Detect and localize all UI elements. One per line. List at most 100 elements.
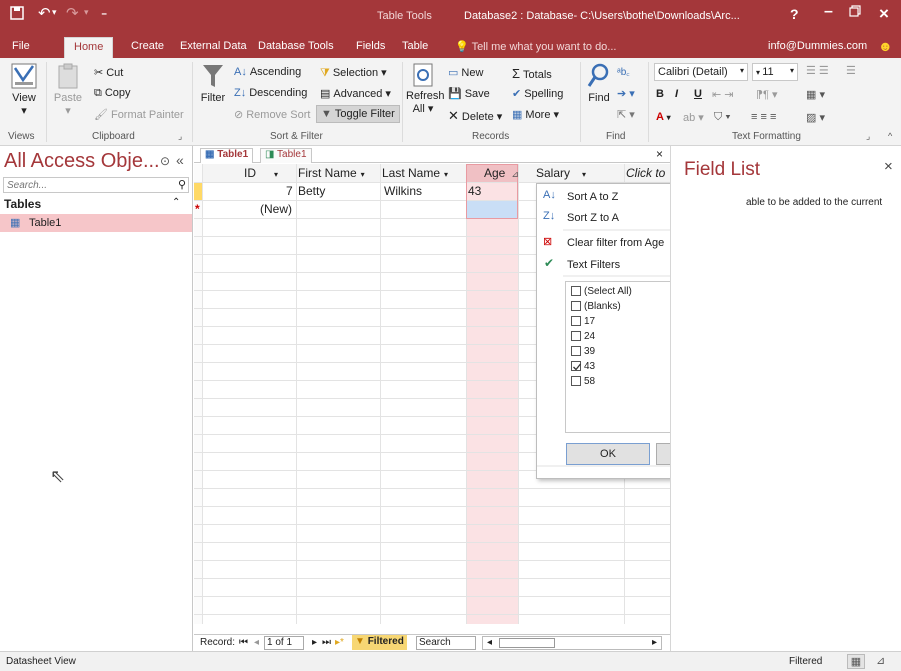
filter-option-43[interactable]: 43 (571, 361, 595, 372)
checkbox[interactable] (571, 286, 581, 297)
nav-search-box[interactable]: ⚲ (3, 177, 189, 193)
column-header-age[interactable]: Age ⊿ (484, 166, 519, 180)
filtered-toggle[interactable]: ▼ Filtered (352, 635, 407, 650)
tab-external-data[interactable]: External Data (180, 40, 247, 52)
column-dropdown-icon[interactable]: ▾ (444, 170, 448, 179)
cell-first-name[interactable]: Betty (298, 184, 325, 198)
bullets-icon[interactable]: ☰ ☰ (806, 64, 829, 77)
close-document-icon[interactable]: × (656, 147, 663, 161)
column-header-click-to-add[interactable]: Click to (626, 166, 665, 180)
nav-item-table1[interactable]: ▦ Table1 (0, 214, 192, 232)
column-dropdown-icon[interactable]: ▾ (274, 170, 278, 179)
restore-button[interactable] (849, 4, 861, 22)
tab-table1-design[interactable]: ◨ Table1 (260, 148, 312, 163)
column-dropdown-icon[interactable]: ▾ (361, 170, 365, 179)
filter-option-select-all[interactable]: (Select All) (571, 286, 632, 297)
tab-fields[interactable]: Fields (356, 40, 385, 52)
select-cursor-icon[interactable]: ⇱ ▾ (617, 108, 635, 121)
totals-button[interactable]: Σ Totals (512, 66, 552, 81)
checkbox[interactable] (571, 346, 581, 357)
selection-button[interactable]: ⧩ Selection ▾ (320, 66, 387, 80)
customize-toolbar-icon[interactable]: ₌ (101, 5, 107, 19)
close-button[interactable]: × (879, 4, 889, 24)
filter-option-58[interactable]: 58 (571, 376, 595, 387)
nav-menu-icon[interactable]: ⊙ (160, 154, 170, 168)
advanced-button[interactable]: ▤ Advanced ▾ (320, 87, 391, 100)
column-header-last-name[interactable]: Last Name ▾ (382, 166, 448, 180)
help-button[interactable]: ? (790, 6, 799, 22)
tab-table1-datasheet[interactable]: ▦ Table1 (200, 148, 254, 163)
collapse-nav-icon[interactable]: « (176, 152, 184, 168)
toggle-filter-button[interactable]: ▼ Toggle Filter (316, 105, 400, 123)
new-blank-record-icon[interactable]: ▸* (335, 637, 344, 648)
paragraph-direction-icon[interactable]: ⁋¶ ▾ (756, 88, 777, 101)
save-icon[interactable] (10, 6, 24, 24)
view-button[interactable]: View ▾ (6, 62, 42, 117)
horizontal-scrollbar[interactable]: ◂ ▸ (482, 636, 662, 650)
filter-option-17[interactable]: 17 (571, 316, 595, 327)
scroll-left-icon[interactable]: ◂ (487, 637, 492, 648)
save-record-button[interactable]: 💾 Save (448, 87, 490, 100)
text-launcher-icon[interactable]: ⌟ (866, 131, 870, 142)
alternate-row-color-icon[interactable]: ▨ ▾ (806, 111, 825, 124)
sort-a-to-z-item[interactable]: Sort A to Z (567, 191, 618, 203)
cell-id[interactable]: 7 (286, 184, 293, 198)
fill-color-icon[interactable]: ⛉ ▾ (714, 111, 731, 124)
goto-arrow-icon[interactable]: ➔ ▾ (617, 87, 635, 100)
tab-file[interactable]: File (12, 40, 30, 52)
replace-icon[interactable]: ᵃb꜀ (617, 64, 630, 78)
previous-record-icon[interactable]: ◂ (254, 637, 259, 648)
refresh-button[interactable]: Refresh All ▾ (406, 62, 445, 115)
cut-button[interactable]: ✂ Cut (94, 66, 123, 79)
filter-option-24[interactable]: 24 (571, 331, 595, 342)
filter-applied-icon[interactable]: ⊿ (511, 169, 519, 179)
nav-section-tables[interactable]: Tables (4, 197, 41, 211)
scroll-thumb[interactable] (499, 638, 555, 648)
scroll-right-icon[interactable]: ▸ (652, 637, 657, 648)
collapse-ribbon-icon[interactable]: ^ (888, 131, 892, 141)
paste-button[interactable]: Paste ▾ (50, 62, 86, 117)
column-dropdown-icon[interactable]: ▾ (582, 170, 586, 179)
cell-age[interactable]: 43 (468, 184, 481, 198)
descending-button[interactable]: Z↓ Descending (234, 87, 307, 99)
new-record-button[interactable]: ▭ New (448, 66, 483, 79)
ok-button[interactable]: OK (566, 443, 650, 465)
font-name-select[interactable]: Calibri (Detail) ▾ (654, 63, 748, 81)
font-color-icon[interactable]: A ▾ (656, 111, 671, 123)
undo-icon[interactable]: ↶ (38, 4, 51, 22)
copy-button[interactable]: ⧉ Copy (94, 87, 131, 100)
close-pane-icon[interactable]: × (884, 158, 893, 175)
spelling-button[interactable]: ✔ Spelling (512, 87, 563, 100)
filter-option-39[interactable]: 39 (571, 346, 595, 357)
underline-button[interactable]: U (694, 88, 702, 100)
ascending-button[interactable]: A↓ Ascending (234, 66, 301, 78)
checkbox[interactable] (571, 301, 581, 312)
section-collapse-icon[interactable]: ⌃ (172, 197, 180, 208)
tab-home[interactable]: Home (64, 37, 114, 58)
nav-title[interactable]: All Access Obje... (4, 150, 160, 173)
checkbox[interactable] (571, 316, 581, 327)
align-icons[interactable]: ≡ ≡ ≡ (751, 111, 776, 123)
column-header-id[interactable]: ID ▾ (244, 166, 278, 180)
remove-sort-button[interactable]: ⊘ Remove Sort (234, 108, 310, 121)
find-button[interactable]: Find (584, 62, 614, 104)
minimize-button[interactable]: – (824, 3, 833, 21)
smiley-feedback-icon[interactable]: ☻ (878, 38, 893, 54)
italic-button[interactable]: I (675, 88, 678, 100)
last-record-icon[interactable]: ⏭ (322, 637, 331, 648)
tab-table[interactable]: Table (402, 40, 428, 52)
tab-create[interactable]: Create (131, 40, 164, 52)
new-row-label[interactable]: (New) (260, 202, 292, 216)
checkbox[interactable] (571, 376, 581, 387)
record-search-box[interactable]: Search (416, 636, 476, 650)
clear-filter-item[interactable]: Clear filter from Age (567, 237, 664, 249)
indent-icons[interactable]: ⇤ ⇥ (712, 88, 734, 101)
tell-me-box[interactable]: 💡 Tell me what you want to do... (455, 40, 616, 53)
current-record-box[interactable]: 1 of 1 (264, 636, 304, 650)
column-header-salary[interactable]: Salary ▾ (536, 166, 586, 180)
delete-button[interactable]: ✕ Delete ▾ (448, 108, 502, 124)
sort-z-to-a-item[interactable]: Sort Z to A (567, 212, 619, 224)
checkbox[interactable] (571, 331, 581, 342)
account-name[interactable]: info@Dummies.com (768, 40, 867, 52)
font-size-select[interactable]: ▾ 11 ▾ (752, 63, 798, 81)
